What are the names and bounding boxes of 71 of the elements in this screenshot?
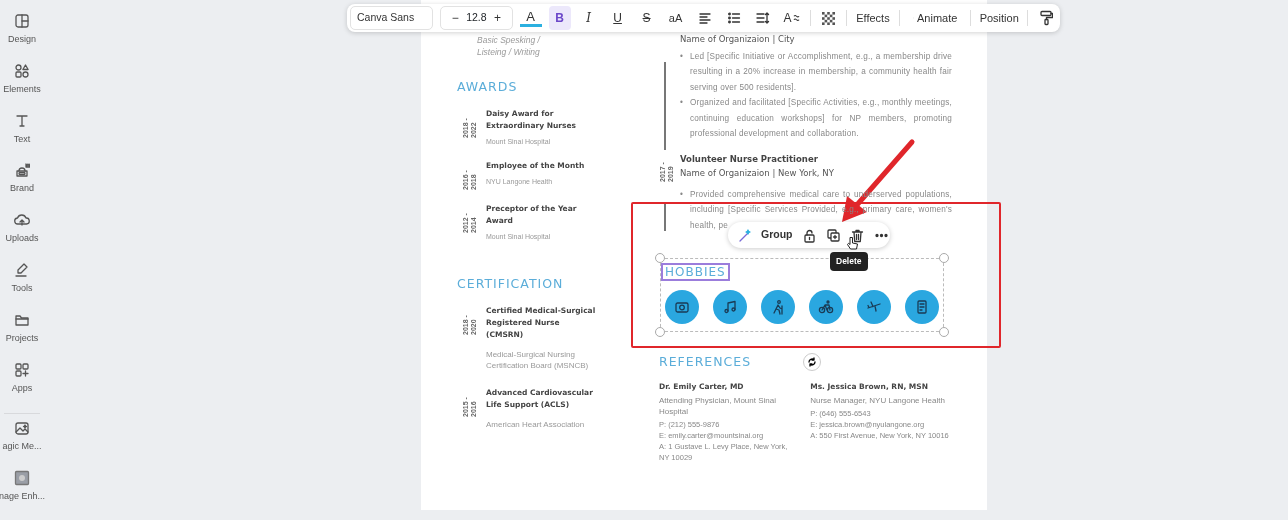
layout-icon [14,13,30,29]
sidebar-item[interactable]: Projects [0,311,44,362]
reference-title: Attending Physician, Mount Sinai Hospital [659,395,777,417]
section-heading: AWARDS [457,79,519,95]
bullet-text: Led [Specific Initiative or Accomplishment, e.g., a membership drive resulting in a 20% increase in membership, a community health fair serving over 500 residents]. [690,50,952,94]
sidebar-item[interactable]: Brand [0,162,44,213]
trash-icon[interactable] [849,227,865,243]
strikethrough-button[interactable]: S [635,6,658,30]
align-left-icon[interactable] [697,11,712,25]
resize-handle[interactable] [655,327,665,337]
italic-button[interactable]: I [577,6,600,30]
case-button[interactable]: aA [664,6,687,30]
transparency-icon[interactable] [820,10,836,26]
sidebar-item[interactable]: Elements [0,62,44,113]
font-field[interactable]: Canva Sans [350,6,434,30]
image-thumbnail-icon [14,470,30,487]
crown-icon [14,162,30,179]
bicycle-icon [818,299,834,315]
increase-button[interactable]: + [486,6,509,30]
organization-line: Name of Organizaion | City [680,33,796,46]
section-heading: REFERENCES [659,354,752,369]
camera-icon [674,299,690,315]
position-button[interactable]: Position [978,6,1021,30]
bullet-marker: • [680,188,685,201]
bullet-marker: • [680,50,685,63]
tooltip: Delete [830,252,868,271]
bullet-text: Organized and facilitated [Specific Activities, e.g., monthly meetings, continuing education workshops] for NP members, promoting professional development and collaboration. [690,97,952,140]
bullet-marker: • [680,97,685,109]
sidebar-item[interactable]: Uploads [0,212,44,262]
font-size-value: 12.8 [466,10,487,26]
paint-roller-icon[interactable] [1039,10,1053,26]
effects-button[interactable]: Effects [854,6,892,30]
sidebar-item[interactable]: Apps [0,361,44,412]
role-title: Volunteer Nurse Practitioner [680,153,819,166]
resize-handle[interactable] [939,327,949,337]
wave-lines-icon [792,13,800,23]
underline-button[interactable]: U [606,6,629,30]
resize-handle[interactable] [655,253,665,263]
resize-handle[interactable] [939,253,949,263]
entry-issuer: American Heart Association [486,419,586,430]
reference-title: Nurse Manager, NYU Langone Health [810,395,946,406]
pen-icon [14,262,30,278]
font-size-field[interactable]: − 12.8 + [440,6,513,30]
rotate-handle-icon[interactable] [807,356,818,367]
animate-button[interactable]: Animate [906,6,964,30]
shapes-icon [14,62,30,79]
sidebar-item[interactable]: Tools [0,262,44,312]
text-spacing-button[interactable]: A [780,6,803,30]
organization-line: Name of Organizaion | New York, NY [680,167,835,180]
bold-button[interactable]: B [548,6,571,30]
sidebar-item[interactable]: Text [0,112,44,163]
language-note: Basic Spesking / Listeing / Writing [477,34,542,58]
text-color-button[interactable]: A [519,9,542,27]
decrease-button[interactable]: − [444,6,467,30]
music-note-icon [722,299,738,315]
magic-wand-icon[interactable] [737,227,752,243]
text-icon [14,112,30,129]
list-icon[interactable] [726,11,741,25]
section-heading: CERTIFICATION [457,276,565,292]
image-sparkle-icon [14,420,30,437]
line-spacing-icon[interactable] [755,11,770,25]
section-heading: HOBBIES [661,263,730,281]
sidebar-item[interactable]: agic Me... [0,420,44,471]
apps-icon [14,361,30,378]
book-icon [914,299,930,315]
sidebar-item[interactable]: Design [0,13,44,63]
lock-icon[interactable] [801,227,817,243]
duplicate-icon[interactable] [825,227,841,243]
entry-issuer: Medical-Surgical Nursing Certification Board (MSNCB) [486,349,590,371]
sidebar-item[interactable]: nage Enh... [0,470,44,520]
group-button[interactable]: Group [759,224,795,246]
